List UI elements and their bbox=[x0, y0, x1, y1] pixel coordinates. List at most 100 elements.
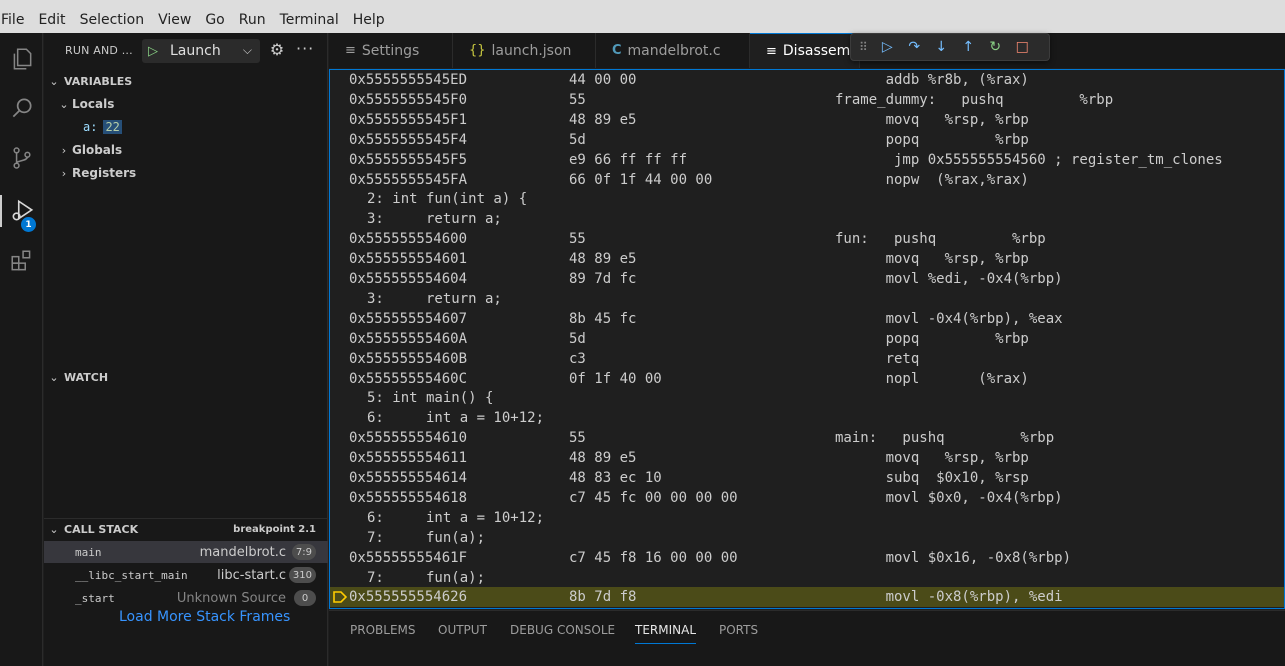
more-actions-icon[interactable]: ··· bbox=[296, 39, 314, 58]
menu-run[interactable]: Run bbox=[239, 11, 266, 29]
instruction-row[interactable]: 0x55555555461F c7 45 f8 16 00 00 00 movl … bbox=[330, 548, 1284, 568]
source-line[interactable]: 7: fun(a); bbox=[330, 568, 1284, 588]
menu-view[interactable]: View bbox=[158, 11, 191, 29]
source-line[interactable]: 6: int a = 10+12; bbox=[330, 508, 1284, 528]
instruction-text: movq %rsp, %rbp bbox=[835, 450, 1029, 467]
instruction-address: 0x555555554601 bbox=[349, 251, 468, 268]
current-instruction-row[interactable]: 0x555555554626 8b 7d f8 movl -0x8(%rbp), … bbox=[330, 587, 1284, 608]
instruction-row[interactable]: 0x555555554601 48 89 e5 movq %rsp, %rbp bbox=[330, 249, 1284, 269]
frame-position: 7:9 bbox=[291, 544, 316, 560]
instruction-row[interactable]: 0x5555555545FA 66 0f 1f 44 00 00 nopw (%r… bbox=[330, 170, 1284, 190]
source-text: 6: int a = 10+12; bbox=[367, 509, 545, 526]
instruction-row[interactable]: 0x555555554614 48 83 ec 10 subq $0x10, %r… bbox=[330, 468, 1284, 488]
instruction-bytes: 0f 1f 40 00 bbox=[569, 370, 662, 387]
source-line[interactable]: 2: int fun(int a) { bbox=[330, 189, 1284, 209]
menu-terminal[interactable]: Terminal bbox=[280, 11, 339, 29]
c-file-icon: C bbox=[612, 43, 622, 58]
instruction-row[interactable]: 0x5555555545F1 48 89 e5 movq %rsp, %rbp bbox=[330, 110, 1284, 130]
instruction-row[interactable]: 0x555555554607 8b 45 fc movl -0x4(%rbp), … bbox=[330, 309, 1284, 329]
variable-row[interactable]: a: 22 bbox=[83, 116, 122, 138]
source-line[interactable]: 7: fun(a); bbox=[330, 528, 1284, 548]
source-line[interactable]: 5: int main() { bbox=[330, 388, 1284, 408]
stop-icon[interactable]: □ bbox=[1009, 36, 1036, 58]
gear-icon[interactable]: ⚙ bbox=[268, 41, 286, 59]
instruction-row[interactable]: 0x555555554610 55 main: pushq %rbp bbox=[330, 428, 1284, 448]
instruction-address: 0x5555555545F0 bbox=[349, 91, 468, 108]
tab-mandelbrot-c[interactable]: C mandelbrot.c bbox=[596, 33, 750, 68]
chevron-down-icon[interactable]: ⌵ bbox=[243, 43, 252, 58]
panel-tab-terminal[interactable]: TERMINAL bbox=[635, 623, 697, 644]
instruction-bytes: 89 7d fc bbox=[569, 271, 637, 287]
menu-help[interactable]: Help bbox=[353, 11, 385, 29]
launch-config-select[interactable]: ▷ Launch ⌵ bbox=[142, 39, 260, 63]
load-more-stack-frames-link[interactable]: Load More Stack Frames bbox=[119, 609, 290, 625]
source-line[interactable]: 3: return a; bbox=[330, 289, 1284, 309]
stack-frame[interactable]: main mandelbrot.c 7:9 bbox=[44, 541, 328, 563]
play-icon[interactable]: ▷ bbox=[148, 44, 162, 59]
source-line[interactable]: 3: return a; bbox=[330, 209, 1284, 229]
step-over-icon[interactable]: ↷ bbox=[901, 36, 928, 58]
instruction-address: 0x555555554611 bbox=[349, 450, 468, 467]
drag-handle-icon[interactable]: ⠿ bbox=[859, 40, 868, 54]
tab-launch-json[interactable]: {} launch.json bbox=[453, 33, 596, 68]
instruction-address: 0x55555555460B bbox=[349, 350, 468, 367]
menu-selection[interactable]: Selection bbox=[80, 11, 145, 29]
disassembly-view[interactable]: 0x5555555545ED 44 00 00 addb %r8b, (%rax)… bbox=[329, 69, 1285, 609]
instruction-row[interactable]: 0x555555554604 89 7d fc movl %edi, -0x4(%… bbox=[330, 269, 1284, 289]
menu-file[interactable]: File bbox=[1, 11, 24, 29]
instruction-address: 0x5555555545F1 bbox=[349, 111, 468, 128]
search-icon[interactable] bbox=[0, 86, 43, 130]
instruction-row[interactable]: 0x5555555545F4 5d popq %rbp bbox=[330, 130, 1284, 150]
extensions-icon[interactable] bbox=[0, 239, 43, 283]
instruction-row[interactable]: 0x555555554618 c7 45 fc 00 00 00 00 movl … bbox=[330, 488, 1284, 508]
tab-disassembly[interactable]: ≡ Disassem bbox=[750, 33, 860, 68]
instruction-row[interactable]: 0x55555555460C 0f 1f 40 00 nopl (%rax) bbox=[330, 369, 1284, 389]
variables-section-header[interactable]: ⌄ VARIABLES bbox=[44, 70, 328, 92]
instruction-row[interactable]: 0x55555555460A 5d popq %rbp bbox=[330, 329, 1284, 349]
json-file-icon: {} bbox=[469, 43, 486, 58]
instruction-row[interactable]: 0x5555555545F5 e9 66 ff ff ff jmp 0x55555… bbox=[330, 150, 1284, 170]
globals-scope[interactable]: › Globals bbox=[56, 139, 122, 161]
registers-scope[interactable]: › Registers bbox=[56, 162, 136, 184]
instruction-bytes: e9 66 ff ff ff bbox=[569, 151, 688, 168]
run-debug-icon[interactable]: 1 bbox=[0, 189, 43, 233]
frame-file: mandelbrot.c bbox=[199, 544, 286, 560]
step-into-icon[interactable]: ↓ bbox=[928, 36, 955, 58]
stack-frame[interactable]: __libc_start_main libc-start.c 310 bbox=[44, 564, 328, 586]
sidebar-title: RUN AND ... bbox=[65, 44, 133, 57]
chevron-right-icon: › bbox=[61, 166, 67, 180]
menu-edit[interactable]: Edit bbox=[38, 11, 65, 29]
instruction-text: movl %edi, -0x4(%rbp) bbox=[835, 271, 1063, 287]
tab-settings[interactable]: ≡ Settings bbox=[329, 33, 453, 68]
run-debug-sidebar: RUN AND ... ▷ Launch ⌵ ⚙ ··· ⌄ VARIABLES… bbox=[44, 33, 328, 666]
locals-scope[interactable]: ⌄ Locals bbox=[56, 93, 114, 115]
instruction-bytes: 48 83 ec 10 bbox=[569, 470, 662, 486]
variable-value[interactable]: 22 bbox=[103, 120, 122, 134]
files-icon[interactable] bbox=[0, 37, 43, 81]
instruction-bytes: c3 bbox=[569, 350, 586, 367]
instruction-row[interactable]: 0x55555555460B c3 retq bbox=[330, 349, 1284, 369]
instruction-text: movl $0x16, -0x8(%rbp) bbox=[835, 549, 1072, 566]
menu-go[interactable]: Go bbox=[205, 11, 224, 29]
stack-frame[interactable]: _start Unknown Source 0 bbox=[44, 587, 328, 609]
instruction-bytes: 5d bbox=[569, 330, 586, 347]
restart-icon[interactable]: ↻ bbox=[982, 36, 1009, 58]
instruction-row[interactable]: 0x555555554600 55 fun: pushq %rbp bbox=[330, 229, 1284, 249]
source-line[interactable]: 6: int a = 10+12; bbox=[330, 408, 1284, 428]
instruction-text: fun: pushq %rbp bbox=[835, 231, 1046, 248]
watch-section-header[interactable]: ⌄ WATCH bbox=[44, 366, 328, 388]
panel-tab-problems[interactable]: PROBLEMS bbox=[350, 623, 416, 637]
instruction-row[interactable]: 0x555555554611 48 89 e5 movq %rsp, %rbp bbox=[330, 448, 1284, 468]
instruction-row[interactable]: 0x5555555545ED 44 00 00 addb %r8b, (%rax) bbox=[330, 70, 1284, 90]
panel-tab-output[interactable]: OUTPUT bbox=[438, 623, 487, 637]
call-stack-section-header[interactable]: ⌄ CALL STACK breakpoint 2.1 bbox=[44, 518, 328, 540]
panel-tab-debug-console[interactable]: DEBUG CONSOLE bbox=[510, 623, 615, 637]
step-out-icon[interactable]: ↑ bbox=[955, 36, 982, 58]
panel-tab-ports[interactable]: PORTS bbox=[719, 623, 758, 637]
source-control-icon[interactable] bbox=[0, 136, 43, 180]
source-text: 3: return a; bbox=[367, 290, 502, 307]
continue-icon[interactable]: ▷ bbox=[874, 36, 901, 58]
instruction-row[interactable]: 0x5555555545F0 55 frame_dummy: pushq %rbp bbox=[330, 90, 1284, 110]
instruction-address: 0x5555555545F5 bbox=[349, 151, 468, 168]
instruction-bytes: 55 bbox=[569, 430, 586, 447]
